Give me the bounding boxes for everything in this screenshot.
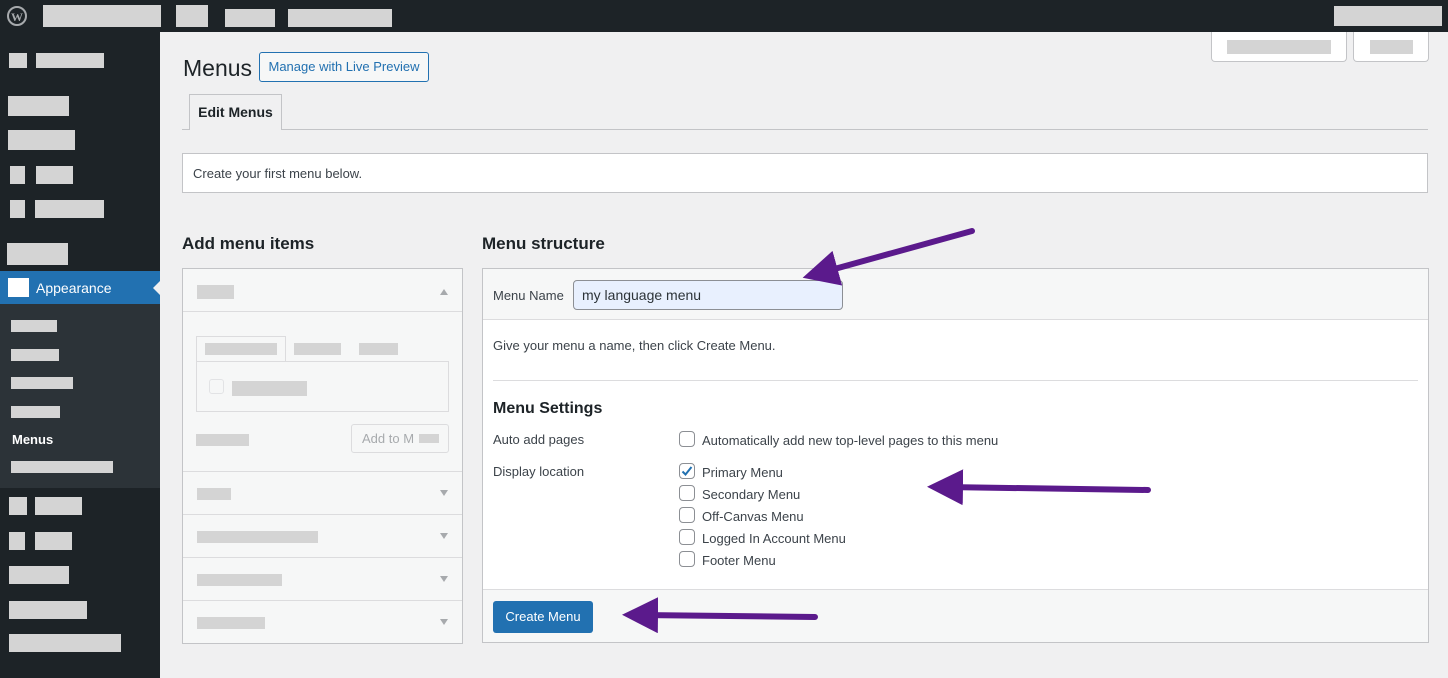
arrow-annotation <box>927 469 1151 506</box>
arrow-annotation <box>622 597 818 634</box>
annotation-arrows <box>622 228 1151 634</box>
arrow-annotation <box>802 228 975 286</box>
